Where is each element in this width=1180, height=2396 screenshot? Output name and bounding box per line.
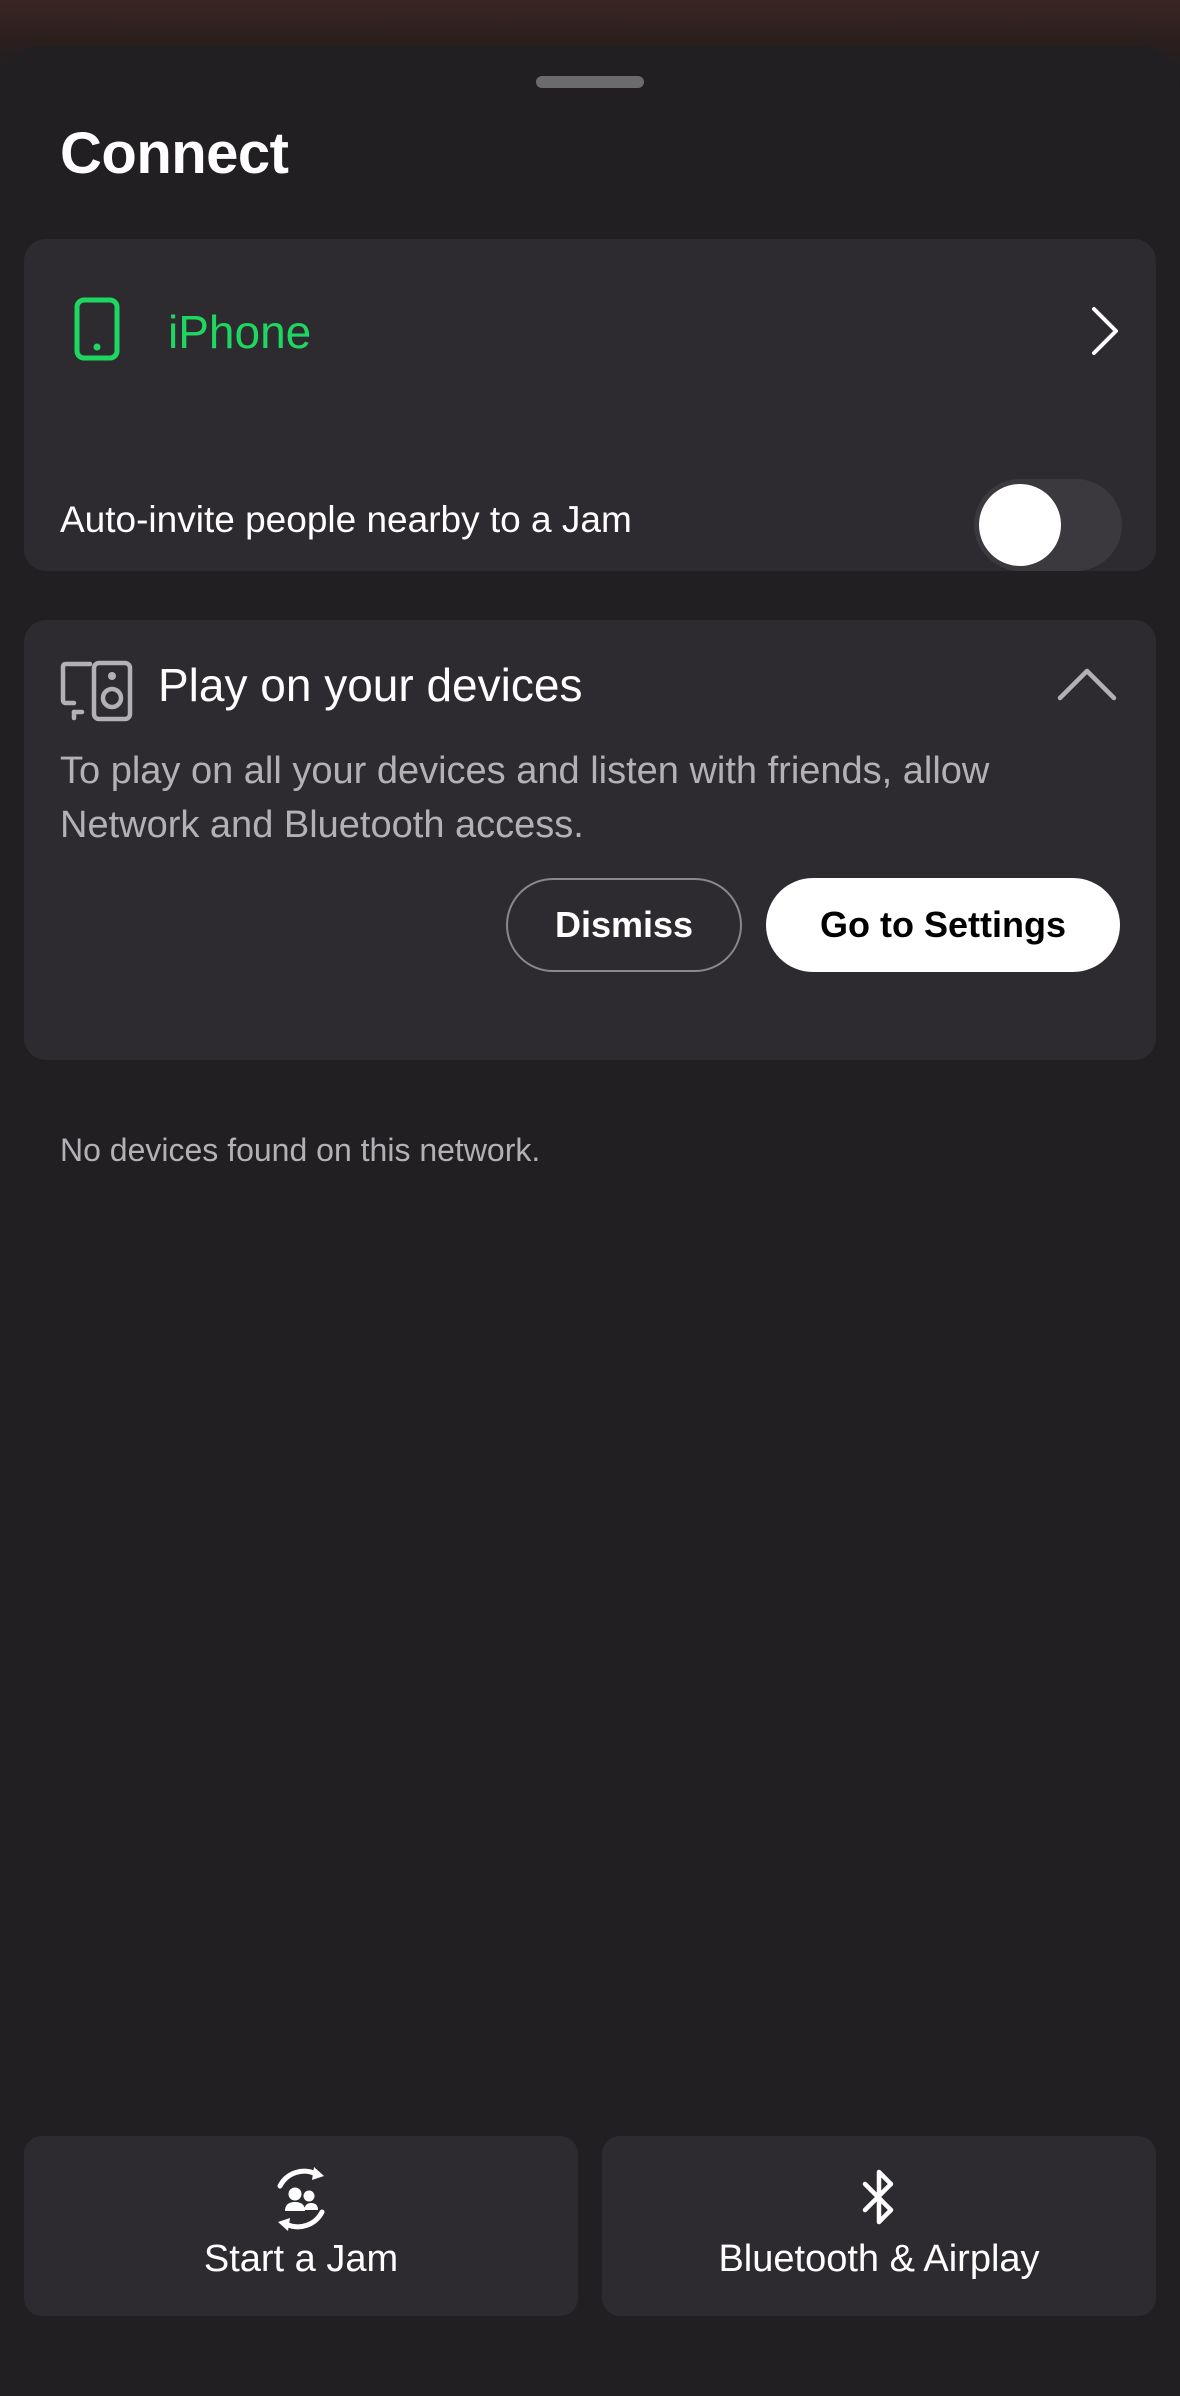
play-on-devices-description: To play on all your devices and listen w… [60, 750, 990, 846]
current-device-row[interactable]: iPhone [24, 239, 1156, 429]
bluetooth-airplay-label: Bluetooth & Airplay [718, 2238, 1040, 2280]
connect-sheet: Connect iPhone Auto-invite people nearby… [0, 46, 1180, 2396]
chevron-up-icon[interactable] [1056, 666, 1118, 707]
dismiss-button[interactable]: Dismiss [506, 878, 742, 972]
devices-speaker-icon [60, 660, 134, 727]
sheet-grabber[interactable] [536, 76, 644, 88]
no-devices-message: No devices found on this network. [60, 1132, 541, 1168]
start-jam-button[interactable]: Start a Jam [24, 2136, 578, 2316]
bluetooth-icon [859, 2166, 899, 2235]
page-title: Connect [60, 121, 289, 186]
start-jam-label: Start a Jam [203, 2238, 399, 2280]
play-on-devices-title: Play on your devices [158, 659, 583, 711]
phone-icon [74, 297, 120, 366]
toggle-knob [979, 484, 1061, 566]
bluetooth-airplay-button[interactable]: Bluetooth & Airplay [602, 2136, 1156, 2316]
go-to-settings-button[interactable]: Go to Settings [766, 878, 1120, 972]
current-device-name: iPhone [168, 306, 312, 358]
auto-invite-label: Auto-invite people nearby to a Jam [60, 499, 632, 540]
jam-icon [266, 2166, 336, 2237]
chevron-right-icon [1088, 305, 1120, 362]
current-device-card: iPhone Auto-invite people nearby to a Ja… [24, 239, 1156, 571]
play-on-devices-card: Play on your devices To play on all your… [24, 620, 1156, 1060]
auto-invite-toggle[interactable] [974, 479, 1122, 571]
